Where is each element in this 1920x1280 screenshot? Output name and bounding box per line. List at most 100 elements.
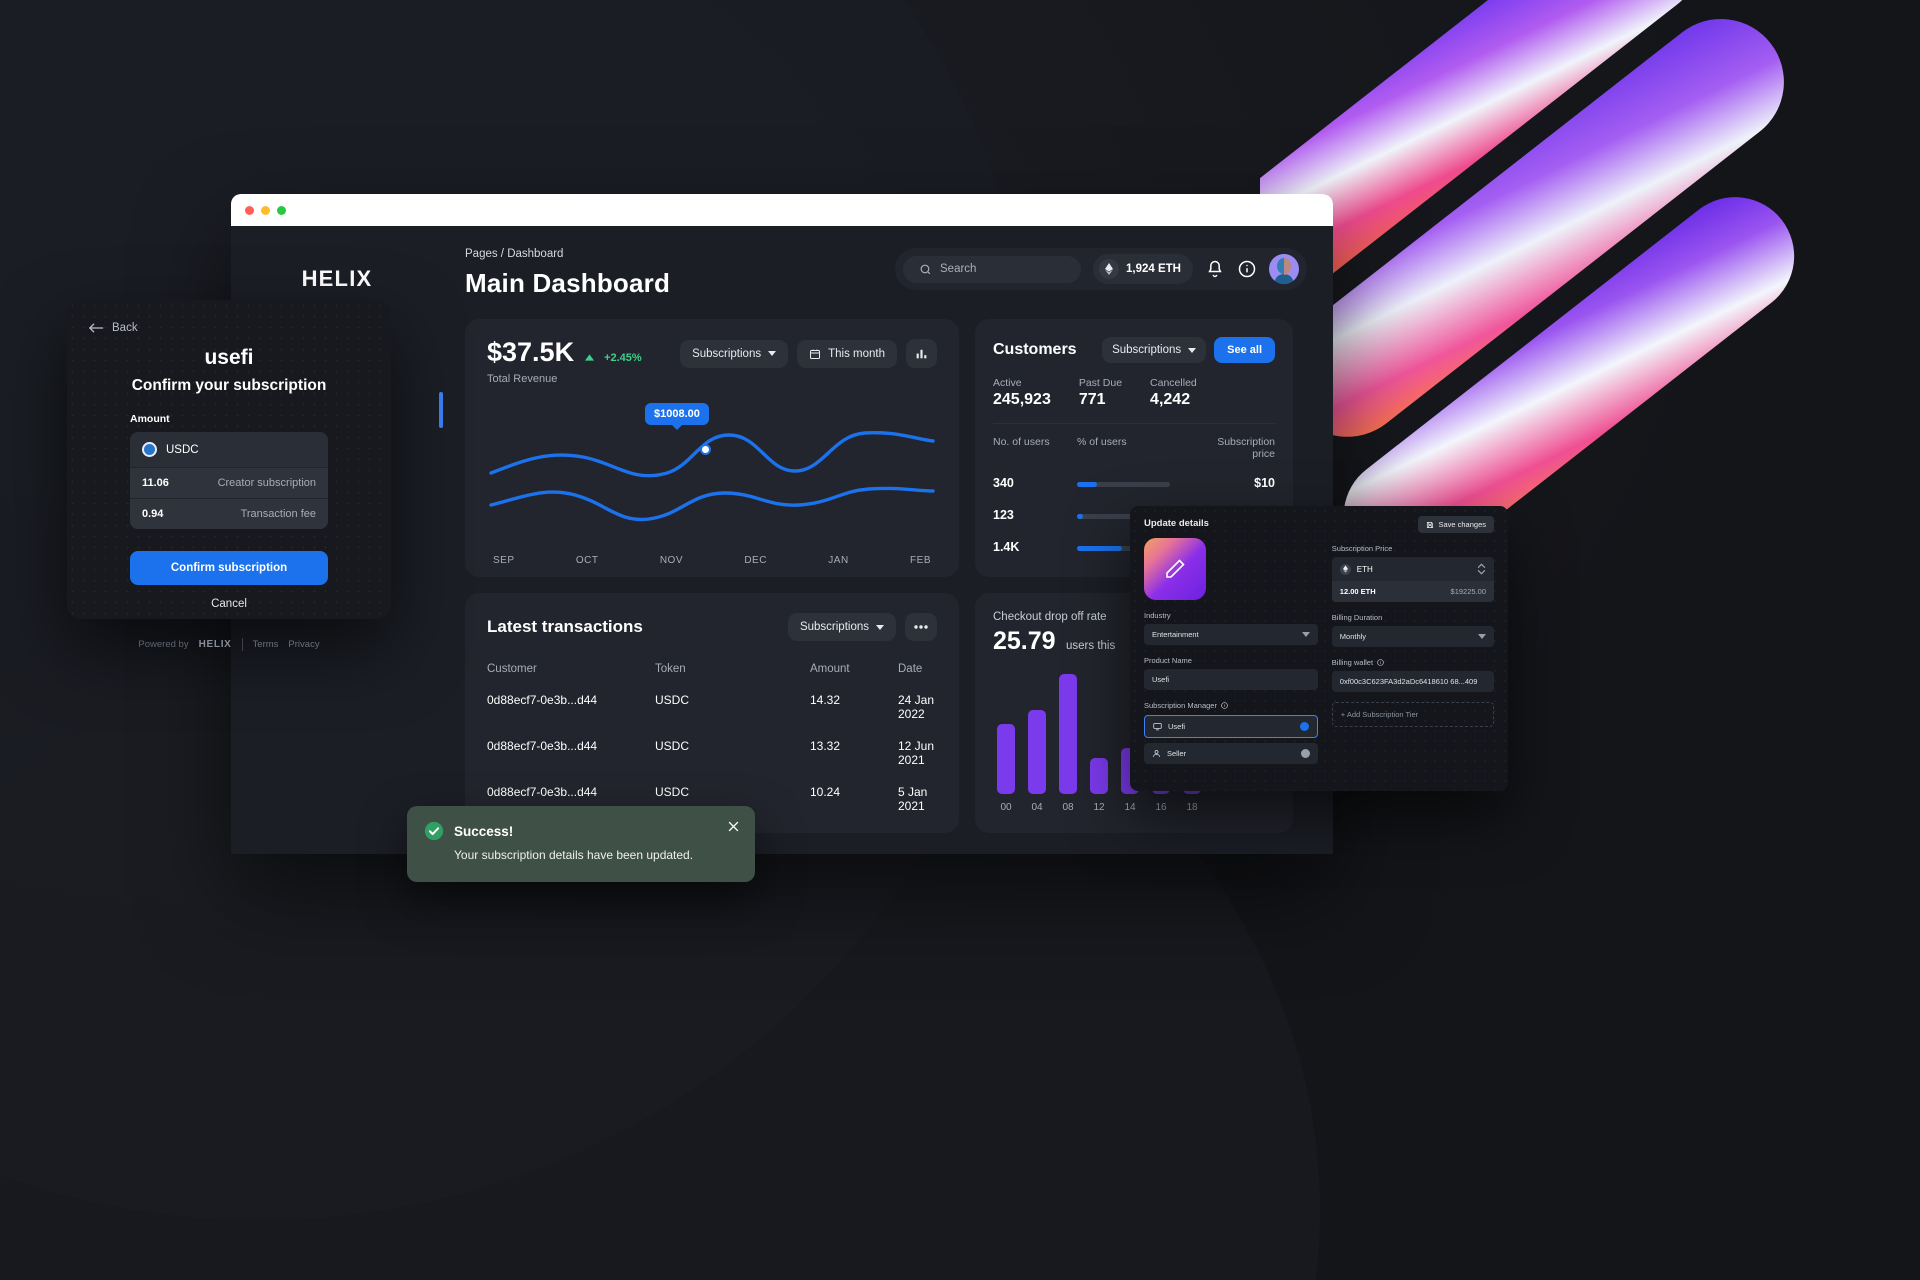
row-users: 1.4K (993, 540, 1020, 554)
check-circle-icon (424, 821, 444, 841)
monitor-icon (1153, 723, 1162, 731)
x-tick: DEC (744, 555, 767, 566)
stat-value: 4,242 (1150, 391, 1191, 408)
chevron-down-icon (768, 351, 777, 356)
price-token-selector[interactable]: ETH (1332, 557, 1494, 581)
product-name-input[interactable]: Usefi (1144, 669, 1318, 690)
topbar-actions: Search 1,924 ETH (895, 248, 1307, 290)
column-header: Customer (487, 663, 537, 675)
amount-line-item: 11.06 Creator subscription (130, 467, 328, 498)
page-title: Main Dashboard (465, 268, 671, 298)
trend-up-icon (585, 354, 595, 361)
back-button[interactable]: Back (89, 322, 369, 334)
window-close-button[interactable] (245, 205, 254, 215)
privacy-link[interactable]: Privacy (288, 639, 319, 650)
customers-filter-dropdown[interactable]: Subscriptions (1102, 337, 1207, 363)
avatar[interactable] (1269, 254, 1299, 284)
price-fiat: $19225.00 (1450, 587, 1486, 596)
manager-option-seller[interactable]: Seller (1144, 743, 1318, 764)
add-subscription-tier-button[interactable]: + Add Subscription Tier (1331, 702, 1494, 727)
revenue-filter-dropdown[interactable]: Subscriptions (680, 339, 789, 368)
stat-past-due: Past Due 771 (1079, 377, 1122, 409)
stat-value: 771 (1078, 391, 1106, 408)
stepper-icon[interactable] (1477, 563, 1486, 575)
transactions-card: Latest transactions Subscriptions Custom… (465, 593, 959, 833)
product-thumbnail[interactable] (1144, 538, 1206, 600)
save-changes-button[interactable]: Save changes (1418, 516, 1494, 533)
dropoff-unit: users this (1066, 640, 1116, 652)
product-name-label: Product Name (1144, 656, 1192, 665)
column-header: % of users (1077, 436, 1127, 448)
page-heading-group: Pages / Dashboard Main Dashboard (465, 248, 670, 299)
chevron-down-icon (1301, 632, 1310, 637)
tx-amount: 13.32 (810, 739, 841, 753)
chart-active-point[interactable] (700, 444, 711, 455)
see-all-button[interactable]: See all (1214, 337, 1275, 363)
search-placeholder: Search (940, 263, 977, 275)
eth-balance-badge[interactable]: 1,924 ETH (1093, 254, 1193, 284)
revenue-card: $37.5K +2.45% Total Revenue Subscription… (465, 319, 959, 577)
confirm-subscription-modal: Back usefi Confirm your subscription Amo… (67, 300, 391, 651)
bell-icon[interactable] (1205, 259, 1225, 279)
revenue-delta: +2.45% (604, 352, 642, 364)
x-tick: 12 (1093, 802, 1105, 813)
billing-wallet-input[interactable]: 0xf00c3C623FA3d2aDc6418610 68...409 (1331, 671, 1494, 692)
terms-link[interactable]: Terms (253, 639, 279, 650)
bar (1059, 674, 1077, 794)
subscription-manager-label-row: Subscription Manager (1144, 701, 1318, 710)
radio-selected-icon (1299, 722, 1309, 731)
revenue-period-label: This month (828, 347, 885, 360)
radio-unselected-icon (1300, 749, 1310, 758)
info-icon[interactable] (1237, 259, 1257, 279)
transactions-table-header: Customer Token Amount Date (487, 663, 937, 675)
update-panel-title: Update details (1144, 518, 1209, 529)
x-tick: 16 (1155, 802, 1167, 813)
search-input[interactable]: Search (903, 255, 1082, 283)
bar (997, 724, 1015, 794)
eth-balance-value: 1,924 ETH (1126, 263, 1181, 275)
revenue-chart-svg (489, 430, 935, 522)
breadcrumb: Pages / Dashboard (465, 248, 564, 260)
window-maximize-button[interactable] (277, 205, 286, 215)
table-row: 340 $10 (993, 474, 1275, 492)
tx-amount: 14.32 (810, 693, 841, 707)
revenue-period-dropdown[interactable]: This month (797, 339, 897, 368)
manager-option-usefi[interactable]: Usefi (1144, 715, 1318, 738)
customers-filter-label: Subscriptions (1112, 344, 1182, 356)
subscription-price-box: ETH 12.00 ETH $19225.00 (1331, 557, 1494, 602)
billing-wallet-label-row: Billing wallet (1332, 658, 1494, 667)
success-toast: Success! Your subscription details have … (407, 806, 755, 882)
industry-select[interactable]: Entertainment (1144, 624, 1318, 645)
table-row: 0d88ecf7-0e3b...d44 USDC 13.32 12 Jun 20… (487, 739, 937, 767)
chart-tooltip: $1008.00 (645, 403, 709, 430)
row-progress (1077, 474, 1205, 492)
table-row: 0d88ecf7-0e3b...d44 USDC 14.32 24 Jan 20… (487, 693, 937, 721)
billing-duration-select[interactable]: Monthly (1331, 626, 1494, 647)
arrow-left-icon (89, 323, 104, 333)
revenue-filter-label: Subscriptions (692, 347, 762, 360)
close-icon[interactable] (726, 819, 741, 834)
revenue-chart-toggle-button[interactable] (906, 339, 937, 368)
customers-card-header: Customers Subscriptions See all (993, 337, 1275, 363)
stat-label: Past Due (1078, 377, 1123, 389)
cancel-button[interactable]: Cancel (89, 598, 369, 610)
transactions-actions: Subscriptions (787, 613, 937, 641)
manager-option-label: Seller (1167, 749, 1187, 758)
user-icon (1153, 750, 1160, 757)
info-icon[interactable] (1377, 659, 1384, 666)
usdc-icon (142, 442, 157, 457)
window-minimize-button[interactable] (261, 205, 270, 215)
transactions-filter-dropdown[interactable]: Subscriptions (787, 613, 896, 641)
token-selector[interactable]: USDC (130, 432, 328, 467)
save-changes-label: Save changes (1438, 520, 1486, 529)
info-icon[interactable] (1221, 702, 1228, 709)
x-tick: 08 (1062, 802, 1074, 813)
confirm-subscription-button[interactable]: Confirm subscription (130, 551, 328, 585)
x-tick: 04 (1031, 802, 1043, 813)
search-icon (920, 264, 931, 274)
industry-value: Entertainment (1152, 630, 1199, 639)
modal-footer: Powered by HELIX Terms Privacy (89, 638, 369, 651)
transactions-more-button[interactable] (905, 613, 937, 641)
bar (1028, 710, 1046, 794)
transactions-title: Latest transactions (487, 617, 643, 636)
